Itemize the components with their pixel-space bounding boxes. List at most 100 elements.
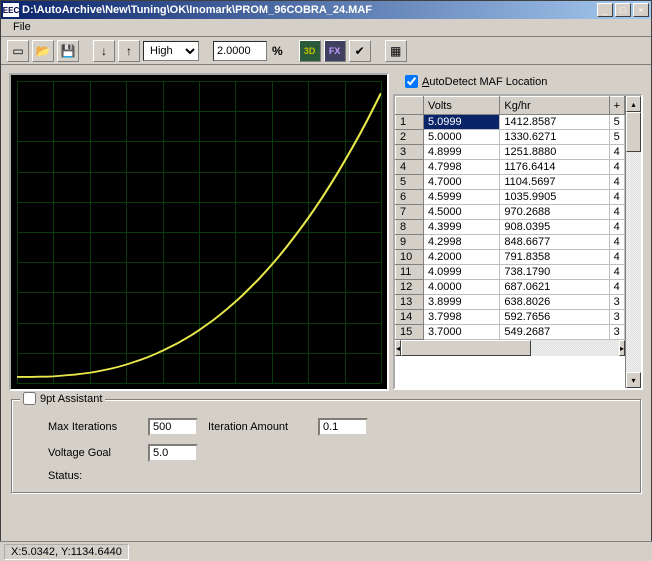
row-number[interactable]: 8 <box>396 220 424 235</box>
cell-extra[interactable]: 4 <box>609 280 624 295</box>
table-row[interactable]: 133.8999638.80263 <box>396 295 625 310</box>
cell-extra[interactable]: 3 <box>609 325 624 340</box>
cell-volts[interactable]: 5.0000 <box>424 130 500 145</box>
cell-kghr[interactable]: 638.8026 <box>500 295 609 310</box>
autodetect-checkbox[interactable] <box>405 75 418 88</box>
row-number[interactable]: 3 <box>396 145 424 160</box>
cell-kghr[interactable]: 1176.6414 <box>500 160 609 175</box>
calc-button[interactable]: ▦ <box>385 40 407 62</box>
v-scroll-thumb[interactable] <box>626 112 641 152</box>
cell-volts[interactable]: 4.7998 <box>424 160 500 175</box>
row-header-blank[interactable] <box>396 97 424 115</box>
h-scroll-thumb[interactable] <box>401 340 531 356</box>
cell-volts[interactable]: 4.0000 <box>424 280 500 295</box>
cell-volts[interactable]: 4.2000 <box>424 250 500 265</box>
row-number[interactable]: 9 <box>396 235 424 250</box>
row-number[interactable]: 14 <box>396 310 424 325</box>
cell-extra[interactable]: 4 <box>609 205 624 220</box>
table-row[interactable]: 84.3999908.03954 <box>396 220 625 235</box>
check-button[interactable]: ✔ <box>349 40 371 62</box>
close-button[interactable]: × <box>633 3 649 17</box>
row-number[interactable]: 11 <box>396 265 424 280</box>
cell-volts[interactable]: 3.7000 <box>424 325 500 340</box>
fx-button[interactable]: FX <box>324 40 346 62</box>
3d-button[interactable]: 3D <box>299 40 321 62</box>
scroll-down-icon[interactable]: ▾ <box>626 372 641 388</box>
row-number[interactable]: 1 <box>396 115 424 130</box>
maximize-button[interactable]: □ <box>615 3 631 17</box>
table-row[interactable]: 124.0000687.06214 <box>396 280 625 295</box>
cell-volts[interactable]: 4.5999 <box>424 190 500 205</box>
iteration-amount-input[interactable] <box>318 418 368 436</box>
table-row[interactable]: 34.89991251.88804 <box>396 145 625 160</box>
table-row[interactable]: 74.5000970.26884 <box>396 205 625 220</box>
cell-extra[interactable]: 4 <box>609 160 624 175</box>
row-number[interactable]: 12 <box>396 280 424 295</box>
cell-volts[interactable]: 4.5000 <box>424 205 500 220</box>
shift-up-button[interactable]: ↑ <box>118 40 140 62</box>
cell-kghr[interactable]: 687.0621 <box>500 280 609 295</box>
precision-select[interactable]: High <box>143 41 199 61</box>
cell-extra[interactable]: 3 <box>609 310 624 325</box>
minimize-button[interactable]: _ <box>597 3 613 17</box>
cell-kghr[interactable]: 908.0395 <box>500 220 609 235</box>
open-button[interactable]: 📂 <box>32 40 54 62</box>
cell-kghr[interactable]: 738.1790 <box>500 265 609 280</box>
cell-extra[interactable]: 5 <box>609 115 624 130</box>
vertical-scrollbar[interactable]: ▴ ▾ <box>625 96 641 388</box>
col-volts[interactable]: Volts <box>424 97 500 115</box>
cell-volts[interactable]: 4.7000 <box>424 175 500 190</box>
table-row[interactable]: 114.0999738.17904 <box>396 265 625 280</box>
table-row[interactable]: 44.79981176.64144 <box>396 160 625 175</box>
shift-down-button[interactable]: ↓ <box>93 40 115 62</box>
save-button[interactable]: 💾 <box>57 40 79 62</box>
chart-area[interactable] <box>9 73 389 391</box>
row-number[interactable]: 13 <box>396 295 424 310</box>
cell-kghr[interactable]: 1251.8880 <box>500 145 609 160</box>
cell-extra[interactable]: 4 <box>609 220 624 235</box>
table-row[interactable]: 54.70001104.56974 <box>396 175 625 190</box>
cell-kghr[interactable]: 549.2687 <box>500 325 609 340</box>
cell-extra[interactable]: 4 <box>609 190 624 205</box>
row-number[interactable]: 4 <box>396 160 424 175</box>
cell-extra[interactable]: 4 <box>609 235 624 250</box>
row-number[interactable]: 6 <box>396 190 424 205</box>
col-kghr[interactable]: Kg/hr <box>500 97 609 115</box>
9pt-assistant-checkbox[interactable] <box>23 392 36 405</box>
row-number[interactable]: 10 <box>396 250 424 265</box>
cell-kghr[interactable]: 1104.5697 <box>500 175 609 190</box>
cell-volts[interactable]: 4.2998 <box>424 235 500 250</box>
table-row[interactable]: 64.59991035.99054 <box>396 190 625 205</box>
cell-volts[interactable]: 5.0999 <box>424 115 500 130</box>
cell-kghr[interactable]: 791.8358 <box>500 250 609 265</box>
cell-extra[interactable]: 4 <box>609 175 624 190</box>
cell-volts[interactable]: 3.7998 <box>424 310 500 325</box>
table-row[interactable]: 143.7998592.76563 <box>396 310 625 325</box>
table-row[interactable]: 94.2998848.66774 <box>396 235 625 250</box>
horizontal-scrollbar[interactable]: ◂ ▸ <box>395 340 625 356</box>
cell-extra[interactable]: 4 <box>609 265 624 280</box>
cell-kghr[interactable]: 1412.8587 <box>500 115 609 130</box>
scroll-up-icon[interactable]: ▴ <box>626 96 641 112</box>
max-iterations-input[interactable] <box>148 418 198 436</box>
menu-file[interactable]: File <box>7 19 37 35</box>
cell-kghr[interactable]: 1035.9905 <box>500 190 609 205</box>
cell-extra[interactable]: 4 <box>609 145 624 160</box>
step-value-input[interactable] <box>213 41 267 61</box>
row-number[interactable]: 5 <box>396 175 424 190</box>
row-number[interactable]: 15 <box>396 325 424 340</box>
cell-extra[interactable]: 3 <box>609 295 624 310</box>
row-number[interactable]: 2 <box>396 130 424 145</box>
row-number[interactable]: 7 <box>396 205 424 220</box>
cell-extra[interactable]: 4 <box>609 250 624 265</box>
cell-kghr[interactable]: 848.6677 <box>500 235 609 250</box>
table-row[interactable]: 153.7000549.26873 <box>396 325 625 340</box>
table-row[interactable]: 104.2000791.83584 <box>396 250 625 265</box>
voltage-goal-input[interactable] <box>148 444 198 462</box>
cell-volts[interactable]: 4.0999 <box>424 265 500 280</box>
cell-kghr[interactable]: 592.7656 <box>500 310 609 325</box>
table-row[interactable]: 15.09991412.85875 <box>396 115 625 130</box>
cell-volts[interactable]: 3.8999 <box>424 295 500 310</box>
cell-kghr[interactable]: 970.2688 <box>500 205 609 220</box>
cell-extra[interactable]: 5 <box>609 130 624 145</box>
